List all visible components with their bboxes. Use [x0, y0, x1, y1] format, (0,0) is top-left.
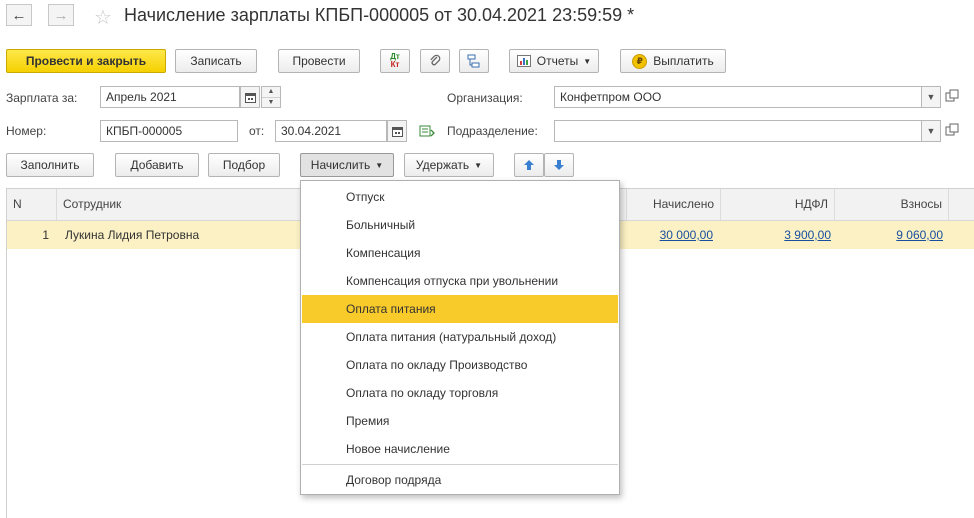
- department-label: Подразделение:: [447, 124, 538, 138]
- arrow-up-icon: [524, 160, 534, 170]
- menu-item-meal-payment-natural[interactable]: Оплата питания (натуральный доход): [302, 323, 618, 351]
- department-dropdown-button[interactable]: ▼: [921, 120, 941, 142]
- cell-accrued[interactable]: 30 000,00: [607, 221, 713, 249]
- calendar-icon: [391, 126, 403, 137]
- menu-item-contract[interactable]: Договор подряда: [302, 466, 618, 494]
- chevron-down-icon: ▼: [474, 160, 483, 170]
- accrue-label: Начислить: [310, 158, 371, 172]
- open-department-button[interactable]: [945, 123, 959, 137]
- cell-employee: Лукина Лидия Петровна: [65, 228, 200, 242]
- attach-button[interactable]: [420, 49, 450, 73]
- contributions-link[interactable]: 9 060,00: [896, 228, 943, 242]
- number-field[interactable]: КПБП-000005: [100, 120, 238, 142]
- pay-button[interactable]: ₽ Выплатить: [620, 49, 726, 73]
- star-icon[interactable]: ☆: [94, 5, 112, 30]
- column-accrued[interactable]: Начислено: [607, 189, 721, 220]
- open-link-icon: [945, 123, 959, 136]
- menu-separator: [302, 464, 618, 465]
- organization-dropdown-button[interactable]: ▼: [921, 86, 941, 108]
- period-stepper[interactable]: ▲ ▼: [261, 86, 281, 108]
- back-button[interactable]: ←: [6, 4, 32, 26]
- open-organization-button[interactable]: [945, 89, 959, 103]
- arrow-left-icon: ←: [11, 6, 27, 24]
- calendar-button[interactable]: [240, 86, 260, 108]
- menu-item-salary-trade[interactable]: Оплата по окладу торговля: [302, 379, 618, 407]
- menu-item-compensation[interactable]: Компенсация: [302, 239, 618, 267]
- date-field[interactable]: 30.04.2021: [275, 120, 387, 142]
- column-n[interactable]: N: [7, 189, 57, 220]
- cell-ndfl[interactable]: 3 900,00: [721, 221, 831, 249]
- salary-for-label: Зарплата за:: [6, 91, 78, 105]
- dt-kt-icon: Дт Кт: [390, 53, 400, 69]
- accrue-dropdown-menu: Отпуск Больничный Компенсация Компенсаци…: [300, 180, 620, 495]
- structure-button[interactable]: [459, 49, 489, 73]
- menu-item-salary-production[interactable]: Оплата по окладу Производство: [302, 351, 618, 379]
- department-field[interactable]: [554, 120, 922, 142]
- open-link-icon: [945, 89, 959, 102]
- chevron-down-icon: ▼: [926, 92, 936, 102]
- stepper-up-icon[interactable]: ▲: [262, 87, 280, 98]
- arrow-down-icon: [554, 160, 564, 170]
- organization-label: Организация:: [447, 91, 523, 105]
- forward-button[interactable]: →: [48, 4, 74, 26]
- chart-icon: [516, 55, 531, 67]
- menu-item-bonus[interactable]: Премия: [302, 407, 618, 435]
- accrue-button[interactable]: Начислить ▼: [300, 153, 394, 177]
- menu-item-vacation-compensation[interactable]: Компенсация отпуска при увольнении: [302, 267, 618, 295]
- history-button[interactable]: [419, 124, 435, 138]
- ndfl-link[interactable]: 3 900,00: [784, 228, 831, 242]
- hierarchy-icon: [467, 54, 480, 68]
- dt-kt-button[interactable]: Дт Кт: [380, 49, 410, 73]
- menu-item-sick-leave[interactable]: Больничный: [302, 211, 618, 239]
- post-and-close-button[interactable]: Провести и закрыть: [6, 49, 166, 73]
- calendar-icon: [244, 92, 256, 103]
- coin-icon: ₽: [632, 53, 648, 69]
- pick-button[interactable]: Подбор: [208, 153, 280, 177]
- pay-label: Выплатить: [653, 54, 714, 68]
- fill-button[interactable]: Заполнить: [6, 153, 94, 177]
- withhold-label: Удержать: [415, 158, 470, 172]
- chevron-down-icon: ▼: [583, 56, 592, 66]
- menu-item-vacation[interactable]: Отпуск: [302, 183, 618, 211]
- post-button[interactable]: Провести: [278, 49, 360, 73]
- number-label: Номер:: [6, 124, 47, 138]
- menu-item-meal-payment[interactable]: Оплата питания: [302, 295, 618, 323]
- reports-button[interactable]: Отчеты ▼: [509, 49, 599, 73]
- salary-for-field[interactable]: Апрель 2021: [100, 86, 240, 108]
- chevron-down-icon: ▼: [375, 160, 384, 170]
- page-title: Начисление зарплаты КПБП-000005 от 30.04…: [124, 5, 635, 25]
- date-label: от:: [249, 124, 265, 138]
- move-up-button[interactable]: [514, 153, 544, 177]
- chevron-down-icon: ▼: [926, 126, 936, 136]
- column-contributions[interactable]: Взносы: [835, 189, 949, 220]
- move-down-button[interactable]: [544, 153, 574, 177]
- accrued-link[interactable]: 30 000,00: [660, 228, 713, 242]
- cell-n: 1: [42, 228, 49, 242]
- cell-contributions[interactable]: 9 060,00: [835, 221, 943, 249]
- reports-label: Отчеты: [536, 54, 579, 68]
- paperclip-icon: [430, 54, 441, 66]
- stepper-down-icon[interactable]: ▼: [262, 98, 280, 108]
- add-button[interactable]: Добавить: [115, 153, 199, 177]
- menu-item-new-accrual[interactable]: Новое начисление: [302, 435, 618, 463]
- arrow-right-icon: →: [53, 6, 69, 24]
- organization-field[interactable]: Конфетпром ООО: [554, 86, 922, 108]
- withhold-button[interactable]: Удержать ▼: [404, 153, 494, 177]
- kt-label: Кт: [390, 60, 400, 69]
- date-calendar-button[interactable]: [387, 120, 407, 142]
- document-history-icon: [419, 125, 435, 137]
- column-ndfl[interactable]: НДФЛ: [721, 189, 835, 220]
- save-button[interactable]: Записать: [175, 49, 257, 73]
